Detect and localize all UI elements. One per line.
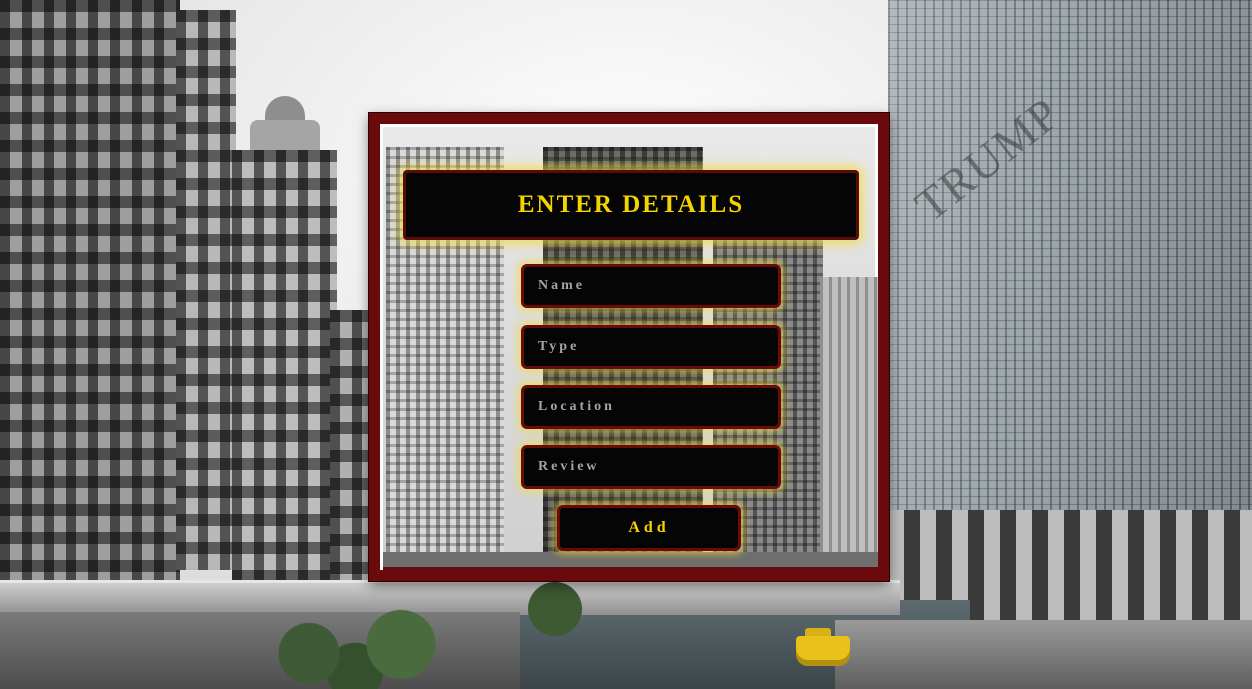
background-glass-tower (888, 0, 1252, 515)
panel-background-ground (383, 552, 878, 570)
name-input[interactable] (521, 264, 781, 308)
background-trees (240, 600, 470, 689)
location-input[interactable] (521, 385, 781, 429)
panel-frame: ENTER DETAILS Add (380, 124, 878, 570)
review-input[interactable] (521, 445, 781, 489)
form-title: ENTER DETAILS (517, 191, 745, 218)
background-tree (528, 582, 582, 636)
app-page: TRUMP ENTER DETAILS Add (0, 0, 1252, 689)
panel-bottom-strip (383, 567, 878, 570)
background-right-bank (835, 620, 1252, 689)
background-building-left-narrow (176, 10, 236, 570)
panel-background-building (820, 277, 878, 570)
details-form-panel: ENTER DETAILS Add (369, 113, 889, 581)
background-water-taxi (796, 636, 850, 666)
background-building-tower (232, 150, 337, 580)
background-building-left (0, 0, 180, 600)
type-input[interactable] (521, 325, 781, 369)
form-title-box: ENTER DETAILS (403, 170, 859, 240)
add-button[interactable]: Add (557, 505, 741, 551)
